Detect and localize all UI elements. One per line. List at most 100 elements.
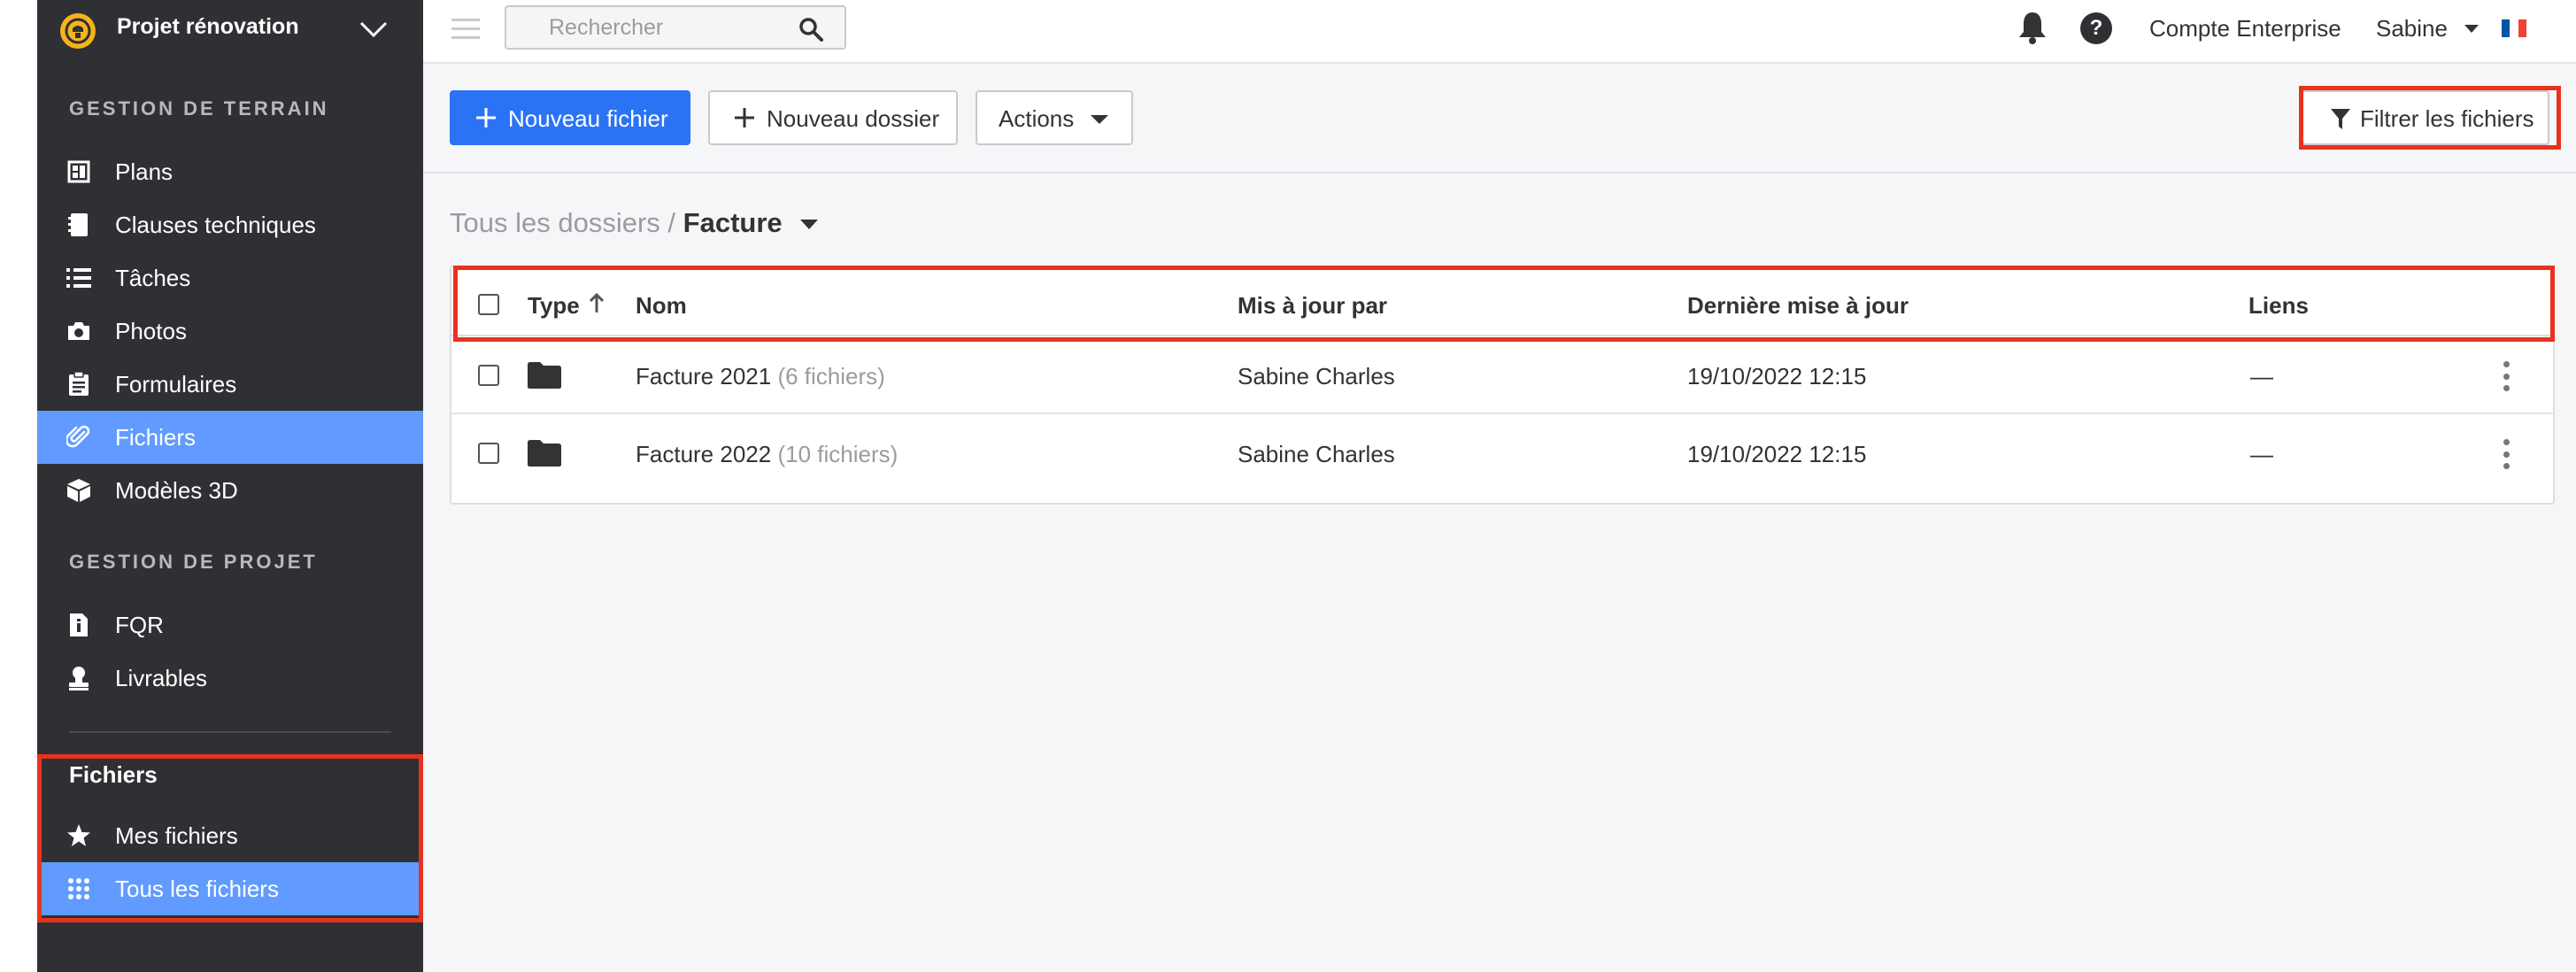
- actions-dropdown[interactable]: Actions: [976, 90, 1133, 145]
- sidebar-item-plans[interactable]: Plans: [37, 145, 423, 198]
- search-input[interactable]: [549, 14, 779, 41]
- sidebar-item-clauses[interactable]: Clauses techniques: [37, 198, 423, 251]
- row-links: —: [2250, 441, 2273, 467]
- new-file-label: Nouveau fichier: [508, 105, 668, 132]
- sidebar-item-all-files[interactable]: Tous les fichiers: [37, 862, 423, 915]
- file-count: (10 fichiers): [777, 441, 899, 467]
- sidebar-item-label: Tous les fichiers: [115, 876, 279, 902]
- new-file-button[interactable]: Nouveau fichier: [450, 90, 690, 145]
- column-name[interactable]: Nom: [636, 292, 687, 320]
- caret-down-icon[interactable]: [2464, 25, 2479, 33]
- project-switcher[interactable]: Projet rénovation: [37, 0, 423, 58]
- app-window: Projet rénovation GESTION DE TERRAIN Pla…: [0, 0, 2576, 972]
- section-title-project: GESTION DE PROJET: [69, 551, 318, 573]
- table-row[interactable]: Facture 2021 (6 fichiers) Sabine Charles…: [451, 336, 2553, 414]
- clipboard-icon: [66, 371, 92, 397]
- sidebar-item-forms[interactable]: Formulaires: [37, 358, 423, 411]
- account-link[interactable]: Compte Enterprise: [2149, 15, 2341, 42]
- column-links: Liens: [2248, 292, 2309, 319]
- language-flag-icon[interactable]: [2502, 19, 2526, 37]
- breadcrumb-current: Facture: [683, 207, 783, 238]
- row-updated-by: Sabine Charles: [1238, 441, 1395, 467]
- sidebar-item-label: Livrables: [115, 665, 208, 691]
- row-checkbox[interactable]: [478, 365, 499, 386]
- sidebar-item-label: Fichiers: [115, 424, 197, 451]
- sidebar-item-3d-models[interactable]: Modèles 3D: [37, 464, 423, 517]
- breadcrumb-root[interactable]: Tous les dossiers: [450, 207, 660, 238]
- section-title-field: GESTION DE TERRAIN: [69, 97, 329, 120]
- row-name[interactable]: Facture 2022 (10 fichiers): [636, 441, 898, 468]
- sort-ascending-icon[interactable]: [588, 292, 605, 313]
- folder-name: Facture 2022: [636, 441, 772, 467]
- camera-icon: [66, 318, 92, 344]
- new-folder-button[interactable]: Nouveau dossier: [708, 90, 958, 145]
- sidebar-item-label: Clauses techniques: [115, 212, 316, 238]
- sidebar-item-label: Mes fichiers: [115, 822, 238, 849]
- chevron-down-icon[interactable]: [358, 16, 389, 42]
- folder-name: Facture 2021: [636, 363, 772, 390]
- more-options-icon[interactable]: [2502, 361, 2510, 391]
- sidebar-item-label: Modèles 3D: [115, 477, 238, 504]
- column-type[interactable]: Type: [528, 292, 580, 320]
- row-checkbox[interactable]: [478, 443, 499, 464]
- row-last-update: 19/10/2022 12:15: [1687, 441, 1867, 467]
- list-icon: [66, 265, 92, 291]
- table-row[interactable]: Facture 2022 (10 fichiers) Sabine Charle…: [451, 414, 2553, 492]
- filter-icon: [2331, 109, 2350, 129]
- more-options-icon[interactable]: [2502, 439, 2510, 469]
- menu-icon[interactable]: [451, 16, 480, 42]
- sidebar-item-tasks[interactable]: Tâches: [37, 251, 423, 305]
- breadcrumb: Tous les dossiers / Facture: [450, 207, 783, 239]
- user-menu[interactable]: Sabine: [2376, 15, 2448, 42]
- table-header: Type Nom Mis à jour par Dernière mise à …: [451, 267, 2553, 336]
- info-document-icon: [66, 612, 92, 638]
- sidebar-item-photos[interactable]: Photos: [37, 305, 423, 358]
- sidebar-item-deliverables[interactable]: Livrables: [37, 652, 423, 705]
- column-last-update[interactable]: Dernière mise à jour: [1687, 292, 1909, 320]
- row-last-update: 19/10/2022 12:15: [1687, 363, 1867, 390]
- files-section-title: Fichiers: [69, 761, 158, 788]
- filter-files-label: Filtrer les fichiers: [2360, 105, 2534, 132]
- file-toolbar: Nouveau fichier Nouveau dossier Actions …: [423, 64, 2576, 174]
- folder-icon: [528, 362, 561, 389]
- main-content: Tous les dossiers / Facture Type Nom Mis…: [423, 174, 2576, 972]
- notebook-icon: [66, 212, 92, 238]
- folder-icon: [528, 440, 561, 467]
- breadcrumb-separator: /: [667, 207, 676, 238]
- sidebar-item-label: Tâches: [115, 265, 191, 291]
- bell-icon[interactable]: [2017, 11, 2048, 44]
- stamp-icon: [66, 665, 92, 691]
- paperclip-icon: [66, 424, 92, 451]
- star-icon: [66, 822, 92, 849]
- top-bar: ? Compte Enterprise Sabine: [423, 0, 2576, 64]
- file-count: (6 fichiers): [777, 363, 885, 390]
- sidebar-item-label: Plans: [115, 158, 174, 185]
- filter-files-button[interactable]: Filtrer les fichiers: [2302, 90, 2549, 145]
- column-updated-by[interactable]: Mis à jour par: [1238, 292, 1387, 320]
- files-table: Type Nom Mis à jour par Dernière mise à …: [450, 266, 2555, 505]
- sidebar: Projet rénovation GESTION DE TERRAIN Pla…: [37, 0, 423, 972]
- row-links: —: [2250, 363, 2273, 390]
- row-name[interactable]: Facture 2021 (6 fichiers): [636, 363, 885, 390]
- sidebar-item-fqr[interactable]: FQR: [37, 598, 423, 652]
- sidebar-divider: [69, 731, 391, 733]
- sidebar-item-my-files[interactable]: Mes fichiers: [37, 809, 423, 862]
- plus-icon: [735, 108, 754, 127]
- select-all-checkbox[interactable]: [478, 294, 499, 315]
- plus-icon: [476, 108, 496, 127]
- search-icon[interactable]: [798, 17, 823, 42]
- caret-down-icon: [1091, 115, 1108, 124]
- help-icon[interactable]: ?: [2080, 12, 2112, 44]
- project-logo-icon: [60, 13, 96, 49]
- folder-caret-down-icon[interactable]: [800, 220, 818, 229]
- grid-icon: [66, 876, 92, 902]
- cube-icon: [66, 477, 92, 504]
- sidebar-item-files[interactable]: Fichiers: [37, 411, 423, 464]
- plans-icon: [66, 158, 92, 185]
- row-updated-by: Sabine Charles: [1238, 363, 1395, 390]
- sidebar-item-label: FQR: [115, 612, 164, 638]
- new-folder-label: Nouveau dossier: [767, 105, 940, 132]
- actions-label: Actions: [999, 105, 1075, 132]
- project-name: Projet rénovation: [117, 14, 299, 39]
- sidebar-item-label: Formulaires: [115, 371, 237, 397]
